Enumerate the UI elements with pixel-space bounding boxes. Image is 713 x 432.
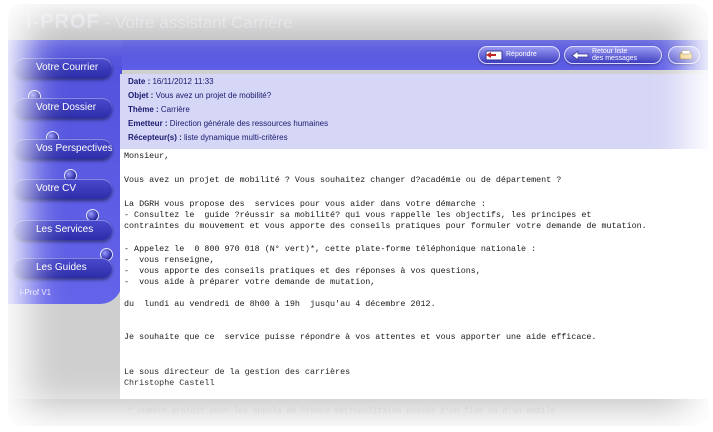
recipients-label: Récepteur(s) : <box>128 133 182 142</box>
footnote: * numéro gratuit pour les appels de Fran… <box>128 407 556 416</box>
body-line: - vous renseigne, <box>124 255 215 265</box>
reply-button[interactable]: Répondre <box>478 46 560 64</box>
body-line: - Consultez le guide ?réussir sa mobilit… <box>124 210 592 220</box>
reply-label: Répondre <box>506 51 537 58</box>
back-to-list-button[interactable]: Retour liste des messages <box>564 46 662 64</box>
app-title-brand: i-PROF <box>26 11 100 33</box>
sidebar-item-label: Les Guides <box>36 262 87 273</box>
body-line: - vous aide à préparer votre demande de … <box>124 277 376 287</box>
message-header: Date : 16/11/2012 11:33 Objet : Vous ave… <box>120 74 708 149</box>
recipients-value: liste dynamique multi-critères <box>181 133 288 142</box>
sidebar-item-label: Les Services <box>36 224 94 235</box>
body-line: Le sous directeur de la gestion des carr… <box>124 367 351 377</box>
sidebar-footer: i-Prof V1 <box>20 288 52 297</box>
body-line: Vous avez un projet de mobilité ? Vous s… <box>124 175 562 185</box>
subject-value: Vous avez un projet de mobilité? <box>153 91 272 100</box>
sidebar-item-label: Votre CV <box>36 183 77 194</box>
message-theme: Thème : Carrière <box>128 105 190 114</box>
body-line: - Appelez le 0 800 970 018 (N° vert)*, c… <box>124 244 537 254</box>
reply-arrow-icon <box>485 50 503 61</box>
theme-label: Thème : <box>128 105 159 114</box>
sidebar-item-perspectives[interactable]: Vos Perspectives <box>14 139 112 159</box>
message-date: Date : 16/11/2012 11:33 <box>128 77 214 86</box>
message-subject: Objet : Vous avez un projet de mobilité? <box>128 91 271 100</box>
sidebar-item-label: Votre Courrier <box>36 62 99 73</box>
app-title: i-PROF - Votre assistant Carrière <box>26 11 293 34</box>
app-title-subtitle: - Votre assistant Carrière <box>99 13 293 32</box>
message-sender: Emetteur : Direction générale des ressou… <box>128 119 328 128</box>
back-arrow-icon <box>571 50 589 61</box>
message-body: Monsieur, Vous avez un projet de mobilit… <box>120 149 708 399</box>
body-line: Monsieur, <box>124 151 170 161</box>
body-line: du lundi au vendredi de 8h00 à 19h jusqu… <box>124 299 436 309</box>
app-window: i-PROF - Votre assistant Carrière Votre … <box>8 4 708 426</box>
print-icon <box>679 50 693 60</box>
sidebar-item-label: Vos Perspectives <box>36 143 112 154</box>
body-line: Je souhaite que ce service puisse répond… <box>124 332 597 342</box>
date-value: 16/11/2012 11:33 <box>150 77 214 86</box>
sidebar-item-guides[interactable]: Les Guides <box>14 258 112 278</box>
body-line: - vous apporte des conseils pratiques et… <box>124 266 481 276</box>
body-line: contraintes du mouvement et vous apporte… <box>124 221 647 231</box>
sidebar-item-cv[interactable]: Votre CV <box>14 179 112 199</box>
date-label: Date : <box>128 77 151 86</box>
sender-label: Emetteur : <box>128 119 168 128</box>
sidebar-item-label: Votre Dossier <box>36 102 97 113</box>
body-line: La DGRH vous propose des services pour v… <box>124 199 486 209</box>
sender-value: Direction générale des ressources humain… <box>167 119 329 128</box>
sidebar-item-courrier[interactable]: Votre Courrier <box>14 58 112 78</box>
title-bar: i-PROF - Votre assistant Carrière <box>8 4 708 40</box>
sidebar-item-services[interactable]: Les Services <box>14 220 112 240</box>
subject-label: Objet : <box>128 91 154 100</box>
body-line: Christophe Castell <box>124 378 215 388</box>
print-button[interactable] <box>668 46 700 64</box>
theme-value: Carrière <box>158 105 190 114</box>
message-recipients: Récepteur(s) : liste dynamique multi-cri… <box>128 133 288 142</box>
sidebar: Votre Courrier Votre Dossier Vos Perspec… <box>8 40 122 304</box>
screenshot-frame: i-PROF - Votre assistant Carrière Votre … <box>0 0 713 432</box>
sidebar-item-dossier[interactable]: Votre Dossier <box>14 98 112 118</box>
back-to-list-label: Retour liste des messages <box>592 48 638 62</box>
